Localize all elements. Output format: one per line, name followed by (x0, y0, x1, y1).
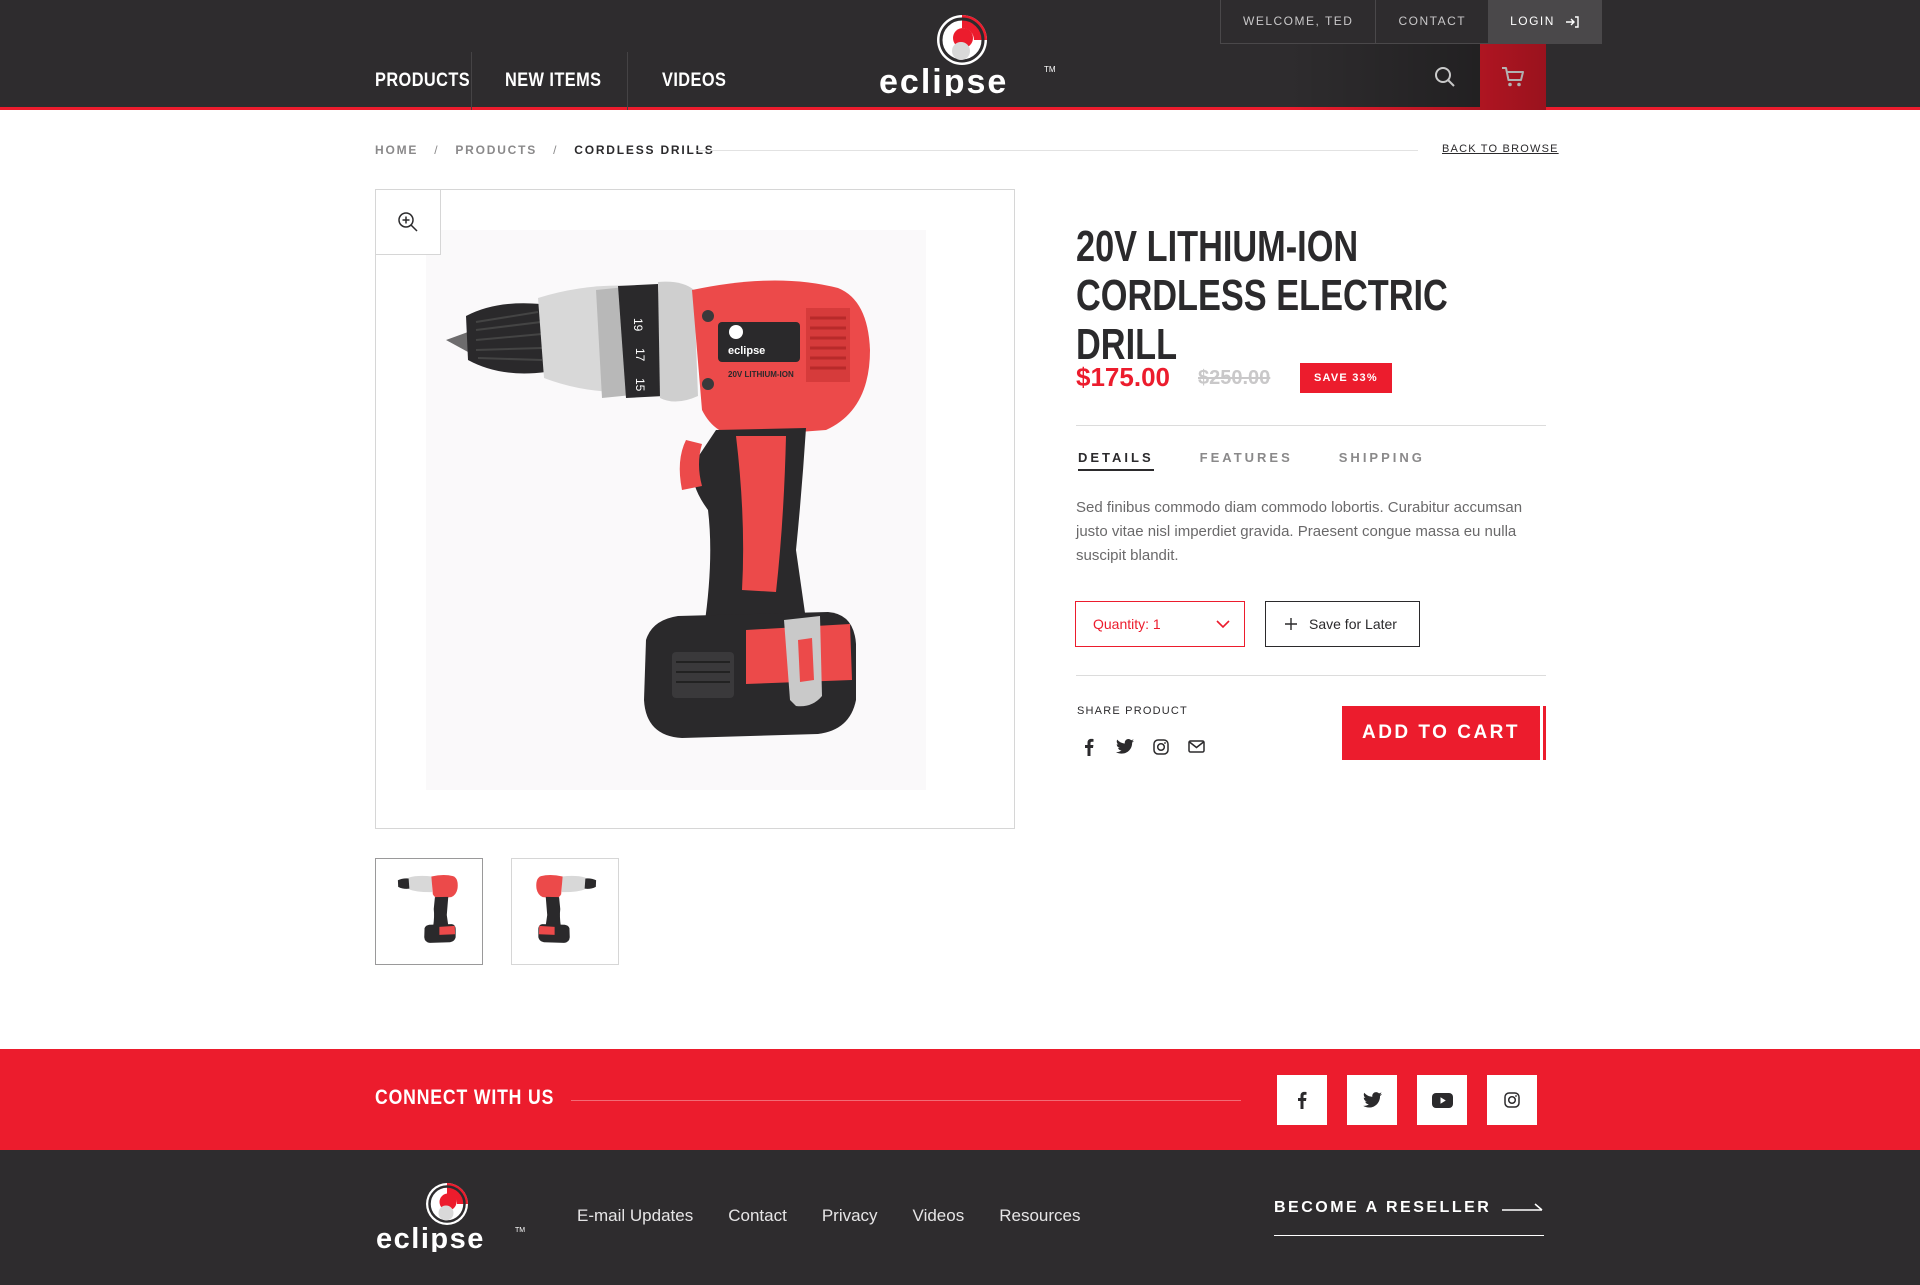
twitter-link[interactable] (1347, 1075, 1397, 1125)
email-icon (1188, 740, 1205, 753)
share-label: SHARE PRODUCT (1077, 705, 1188, 717)
info-divider (1076, 425, 1546, 426)
nav-divider (471, 52, 472, 110)
share-instagram-button[interactable] (1150, 736, 1171, 757)
breadcrumb-products[interactable]: PRODUCTS (455, 143, 537, 157)
facebook-icon (1298, 1091, 1307, 1109)
drill-image: 19 17 15 eclipse 20V LITHIUM-ION (446, 280, 870, 738)
save-for-later-label: Save for Later (1309, 616, 1397, 632)
drill-thumbnail-icon (397, 874, 458, 943)
footer-link-email-updates[interactable]: E-mail Updates (577, 1206, 693, 1226)
add-to-cart-accent (1543, 706, 1546, 760)
reseller-label: BECOME A RESELLER (1274, 1199, 1492, 1216)
facebook-icon (1084, 738, 1093, 756)
share-icons (1078, 736, 1207, 757)
product-price: $175.00 (1076, 362, 1170, 392)
footer-link-contact[interactable]: Contact (728, 1206, 787, 1226)
search-icon (1435, 67, 1455, 87)
eclipse-footer-logo[interactable]: eclipse TM (375, 1182, 525, 1252)
tab-features[interactable]: FEATURES (1200, 450, 1293, 471)
instagram-icon (1504, 1092, 1520, 1108)
nav-divider (627, 52, 628, 110)
contact-link[interactable]: CONTACT (1376, 0, 1488, 43)
original-price: $250.00 (1198, 367, 1271, 389)
drill-label-brand: eclipse (728, 345, 765, 357)
login-label: LOGIN (1510, 14, 1555, 28)
chevron-down-icon (1216, 619, 1230, 628)
breadcrumb-rule (696, 150, 1418, 151)
breadcrumb: HOME / PRODUCTS / CORDLESS DRILLS (375, 143, 715, 157)
quantity-select[interactable]: Quantity: 1 (1075, 601, 1245, 647)
welcome-text: WELCOME, TED (1243, 14, 1354, 28)
product-title: 20V LITHIUM-ION CORDLESS ELECTRIC DRILL (1076, 222, 1448, 369)
breadcrumb-current: CORDLESS DRILLS (574, 143, 715, 157)
search-button[interactable] (1410, 44, 1480, 110)
quantity-label: Quantity: 1 (1093, 616, 1161, 632)
product-main-image[interactable]: 19 17 15 eclipse 20V LITHIUM-ION (375, 189, 1015, 829)
footer-logo-trademark: TM (515, 1227, 525, 1234)
nav-videos[interactable]: VIDEOS (662, 52, 731, 110)
connect-section: CONNECT WITH US (0, 1049, 1920, 1150)
share-facebook-button[interactable] (1078, 736, 1099, 757)
logo-trademark: TM (1044, 65, 1056, 74)
youtube-link[interactable] (1417, 1075, 1467, 1125)
zoom-in-icon (398, 212, 418, 232)
footer-links: E-mail Updates Contact Privacy Videos Re… (577, 1206, 1081, 1226)
clutch-number: 17 (633, 348, 647, 362)
twitter-icon (1362, 1092, 1382, 1108)
footer-link-resources[interactable]: Resources (999, 1206, 1080, 1226)
product-description: Sed finibus commodo diam commodo loborti… (1076, 499, 1523, 564)
youtube-icon (1431, 1092, 1453, 1108)
discount-badge: SAVE 33% (1300, 363, 1392, 393)
thumbnail-1[interactable] (375, 858, 483, 965)
login-button[interactable]: LOGIN (1488, 0, 1601, 43)
add-to-cart-button[interactable]: ADD TO CART (1342, 706, 1540, 760)
back-to-browse-link[interactable]: BACK TO BROWSE (1442, 143, 1559, 155)
main-nav: PRODUCTS NEW ITEMS VIDEOS (375, 52, 742, 110)
breadcrumb-home[interactable]: HOME (375, 143, 418, 157)
zoom-button[interactable] (376, 190, 441, 255)
info-divider (1076, 675, 1546, 676)
connect-rule (571, 1100, 1241, 1101)
cart-button[interactable] (1480, 44, 1546, 110)
instagram-icon (1152, 738, 1169, 755)
twitter-icon (1115, 739, 1134, 754)
footer-link-videos[interactable]: Videos (913, 1206, 965, 1226)
plus-icon (1285, 618, 1297, 630)
breadcrumb-separator: / (434, 143, 440, 157)
footer-link-privacy[interactable]: Privacy (822, 1206, 878, 1226)
site-footer: eclipse TM E-mail Updates Contact Privac… (0, 1150, 1920, 1285)
logo-wordmark: eclipse (879, 63, 1008, 96)
share-email-button[interactable] (1186, 736, 1207, 757)
tab-details[interactable]: DETAILS (1078, 450, 1154, 471)
clutch-number: 19 (631, 318, 645, 332)
instagram-link[interactable] (1487, 1075, 1537, 1125)
drill-thumbnail-icon (536, 874, 597, 943)
save-for-later-button[interactable]: Save for Later (1265, 601, 1420, 647)
share-twitter-button[interactable] (1114, 736, 1135, 757)
connect-title: CONNECT WITH US (375, 1086, 555, 1109)
arrow-right-icon (1502, 1203, 1543, 1211)
tab-shipping[interactable]: SHIPPING (1339, 450, 1425, 471)
thumbnail-2[interactable] (511, 858, 619, 965)
cart-icon (1502, 67, 1524, 87)
nav-products[interactable]: PRODUCTS (375, 52, 470, 110)
product-tabs: DETAILS FEATURES SHIPPING (1078, 450, 1425, 471)
nav-new-items[interactable]: NEW ITEMS (505, 52, 610, 110)
utility-bar: WELCOME, TED CONTACT LOGIN (1220, 0, 1602, 44)
drill-label-spec: 20V LITHIUM-ION (728, 370, 794, 379)
breadcrumb-separator: / (553, 143, 559, 157)
login-icon (1565, 15, 1579, 28)
eclipse-logo[interactable]: eclipse TM (876, 14, 1056, 96)
become-reseller-link[interactable]: BECOME A RESELLER (1274, 1199, 1544, 1236)
facebook-link[interactable] (1277, 1075, 1327, 1125)
clutch-number: 15 (633, 378, 647, 392)
site-header: PRODUCTS NEW ITEMS VIDEOS eclipse TM WEL… (0, 0, 1920, 110)
footer-logo-wordmark: eclipse (376, 1223, 485, 1252)
